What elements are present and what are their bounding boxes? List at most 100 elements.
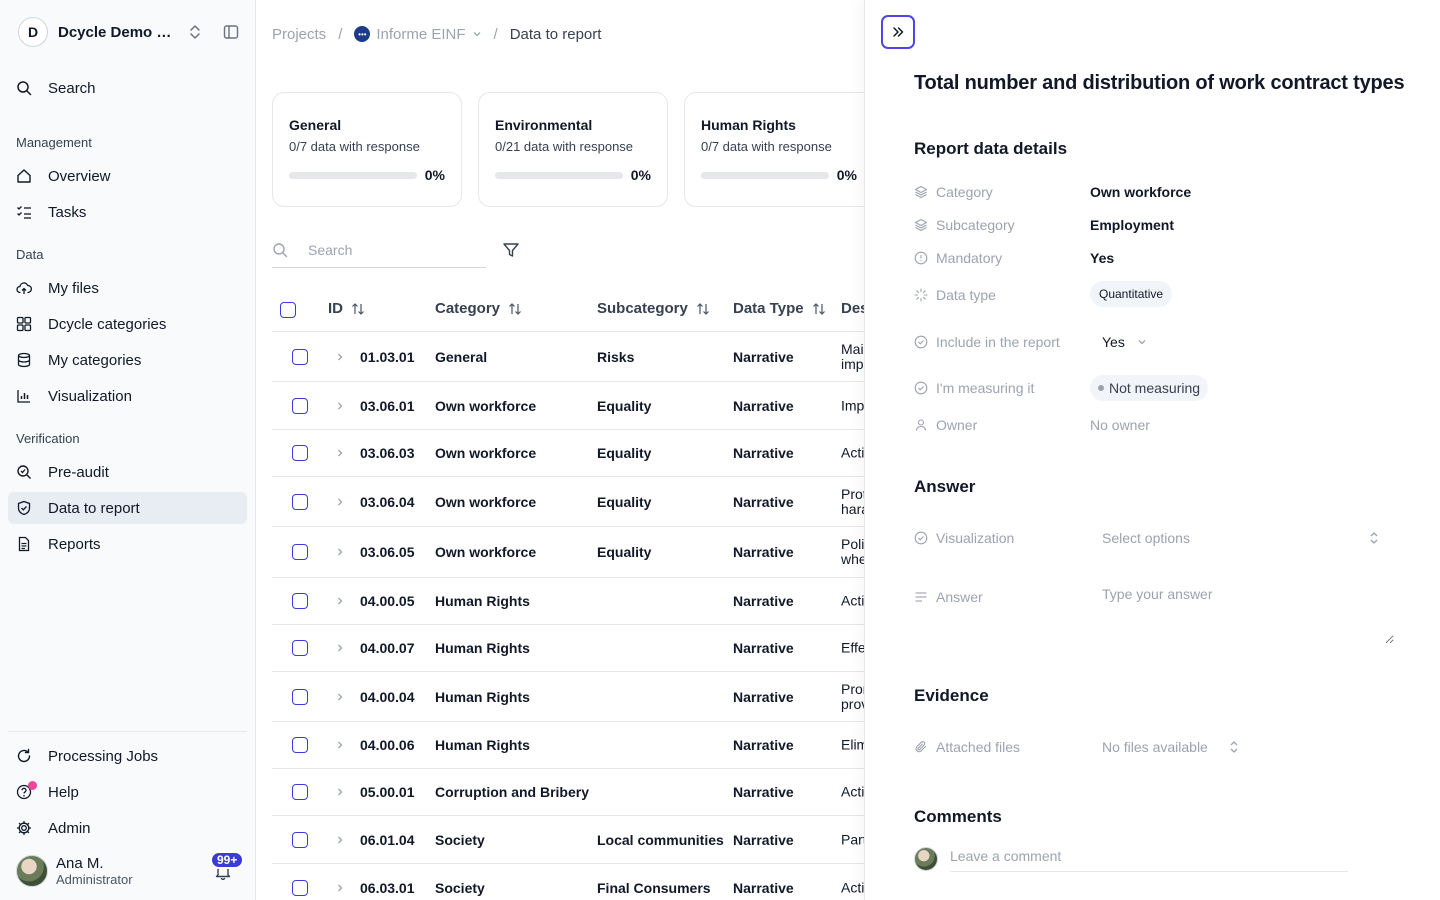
sidebar-item-overview[interactable]: Overview bbox=[8, 160, 247, 192]
row-checkbox[interactable] bbox=[292, 831, 308, 848]
row-checkbox[interactable] bbox=[292, 688, 308, 705]
status-dot bbox=[1098, 385, 1104, 391]
sidebar-item-reports[interactable]: Reports bbox=[8, 528, 247, 560]
data-type-badge: Quantitative bbox=[1090, 281, 1173, 307]
owner-value[interactable]: No owner bbox=[1090, 417, 1150, 433]
collapse-panel-button[interactable] bbox=[881, 15, 915, 49]
chevron-right-icon[interactable] bbox=[335, 832, 345, 848]
column-header-id[interactable]: ID bbox=[328, 300, 365, 317]
sidebar-item-label: My categories bbox=[48, 351, 142, 369]
filter-icon[interactable] bbox=[502, 241, 520, 259]
chevron-right-icon[interactable] bbox=[335, 640, 345, 656]
sidebar-collapse-icon[interactable] bbox=[223, 24, 239, 40]
check-circle-icon bbox=[914, 335, 928, 349]
sort-icon[interactable] bbox=[508, 302, 522, 316]
chevron-right-icon[interactable] bbox=[335, 398, 345, 414]
sidebar-item-my-categories[interactable]: My categories bbox=[8, 344, 247, 376]
sidebar-item-search[interactable]: Search bbox=[8, 72, 247, 104]
row-checkbox[interactable] bbox=[292, 737, 308, 753]
sidebar-item-visualization[interactable]: Visualization bbox=[8, 380, 247, 412]
table-row[interactable]: 03.06.04 Own workforce Equality Narrative Pr… bbox=[272, 477, 864, 527]
sidebar-item-label: Reports bbox=[48, 535, 101, 553]
row-checkbox[interactable] bbox=[292, 879, 308, 896]
table-row[interactable]: 04.00.04 Human Rights Narrative Pron prov bbox=[272, 672, 864, 722]
cell-category: Own workforce bbox=[435, 445, 537, 461]
table-row[interactable]: 03.06.05 Own workforce Equality Narrative Po… bbox=[272, 527, 864, 578]
chevron-right-icon[interactable] bbox=[335, 544, 345, 560]
chevron-up-down-icon[interactable] bbox=[188, 23, 202, 41]
table-row[interactable]: 06.03.01 Society Final Consumers Narrative A… bbox=[272, 864, 864, 900]
chevron-right-icon[interactable] bbox=[335, 784, 345, 800]
chevron-right-icon[interactable] bbox=[335, 689, 345, 705]
summary-card-human-rights[interactable]: Human Rights 0/7 data with response 0% bbox=[684, 92, 874, 207]
summary-card-environmental[interactable]: Environmental 0/21 data with response 0% bbox=[478, 92, 668, 207]
answer-textarea[interactable] bbox=[1090, 580, 1394, 644]
row-checkbox[interactable] bbox=[292, 593, 308, 609]
row-checkbox[interactable] bbox=[292, 397, 308, 414]
table-row[interactable]: 03.06.03 Own workforce Equality Narrative Ac… bbox=[272, 430, 864, 477]
section-label-management: Management bbox=[16, 135, 92, 150]
table-row[interactable]: 06.01.04 Society Local communities Narrativ… bbox=[272, 816, 864, 864]
column-header-category[interactable]: Category bbox=[435, 300, 522, 317]
row-checkbox[interactable] bbox=[292, 493, 308, 510]
grid-icon bbox=[16, 316, 32, 332]
column-header-description[interactable]: Des bbox=[841, 300, 864, 317]
include-select[interactable]: Yes bbox=[1102, 334, 1147, 350]
breadcrumb-projects[interactable]: Projects bbox=[272, 26, 326, 43]
summary-card-general[interactable]: General 0/7 data with response 0% bbox=[272, 92, 462, 207]
select-all-checkbox[interactable] bbox=[280, 302, 296, 318]
sidebar-item-pre-audit[interactable]: Pre-audit bbox=[8, 456, 247, 488]
sort-icon[interactable] bbox=[696, 302, 710, 316]
sidebar-item-admin[interactable]: Admin bbox=[8, 812, 247, 844]
user-role: Administrator bbox=[56, 872, 133, 887]
alert-circle-icon bbox=[914, 251, 928, 265]
chevron-right-icon[interactable] bbox=[335, 593, 345, 609]
sidebar-item-help[interactable]: Help bbox=[8, 776, 247, 808]
row-checkbox[interactable] bbox=[292, 784, 308, 800]
comment-input[interactable] bbox=[950, 840, 1348, 872]
text-lines-icon bbox=[915, 592, 927, 602]
breadcrumb-project[interactable]: Informe EINF bbox=[376, 26, 465, 43]
sidebar-item-label: Tasks bbox=[48, 203, 87, 221]
cell-description: Imp bbox=[841, 398, 864, 413]
table-row[interactable]: 04.00.06 Human Rights Narrative Elim bbox=[272, 722, 864, 769]
measuring-status-badge[interactable]: Not measuring bbox=[1090, 375, 1209, 401]
sidebar-item-dcycle-categories[interactable]: Dcycle categories bbox=[8, 308, 247, 340]
cell-id: 06.03.01 bbox=[360, 879, 415, 896]
user-profile[interactable]: Ana M. Administrator bbox=[16, 855, 133, 887]
chevron-right-icon[interactable] bbox=[335, 349, 345, 365]
table-row[interactable]: 01.03.01 General Risks Narrative Mai impa bbox=[272, 332, 864, 382]
workspace-switcher[interactable]: D Dcycle Demo T... bbox=[18, 17, 248, 47]
table-row[interactable]: 04.00.07 Human Rights Narrative Effe bbox=[272, 625, 864, 672]
sidebar-item-processing-jobs[interactable]: Processing Jobs bbox=[8, 740, 247, 772]
table-header: ID Category Subcategory Data Type Des bbox=[272, 288, 864, 332]
cell-data-type: Narrative bbox=[733, 445, 794, 461]
row-checkbox[interactable] bbox=[292, 640, 308, 656]
sidebar-item-data-to-report[interactable]: Data to report bbox=[8, 492, 247, 524]
visualization-select[interactable]: Select options bbox=[1090, 524, 1388, 552]
chevron-right-icon[interactable] bbox=[335, 445, 345, 461]
sidebar-item-my-files[interactable]: My files bbox=[8, 272, 247, 304]
row-checkbox[interactable] bbox=[292, 445, 308, 461]
sidebar-item-tasks[interactable]: Tasks bbox=[8, 196, 247, 228]
column-header-data-type[interactable]: Data Type bbox=[733, 300, 826, 317]
column-header-subcategory[interactable]: Subcategory bbox=[597, 300, 710, 317]
row-checkbox[interactable] bbox=[292, 348, 308, 365]
detail-value-category: Own workforce bbox=[1090, 184, 1192, 200]
chevron-right-icon[interactable] bbox=[335, 880, 345, 896]
row-checkbox[interactable] bbox=[292, 544, 308, 560]
cell-id: 03.06.03 bbox=[360, 445, 415, 461]
sort-icon[interactable] bbox=[351, 302, 365, 316]
chevron-right-icon[interactable] bbox=[335, 494, 345, 510]
table-row[interactable]: 03.06.01 Own workforce Equality Narrative Im… bbox=[272, 382, 864, 430]
table-row[interactable]: 04.00.05 Human Rights Narrative Acti bbox=[272, 578, 864, 625]
table-row[interactable]: 05.00.01 Corruption and Bribery Narrative A… bbox=[272, 769, 864, 816]
chevron-down-icon[interactable] bbox=[472, 29, 482, 39]
sort-icon[interactable] bbox=[812, 302, 826, 316]
chevron-right-icon[interactable] bbox=[335, 737, 345, 753]
search-input[interactable] bbox=[308, 241, 478, 258]
card-percent: 0% bbox=[630, 167, 651, 183]
attached-files-select[interactable]: No files available bbox=[1090, 734, 1240, 760]
breadcrumb-separator: / bbox=[493, 25, 498, 43]
detail-value-mandatory: Yes bbox=[1090, 250, 1115, 266]
